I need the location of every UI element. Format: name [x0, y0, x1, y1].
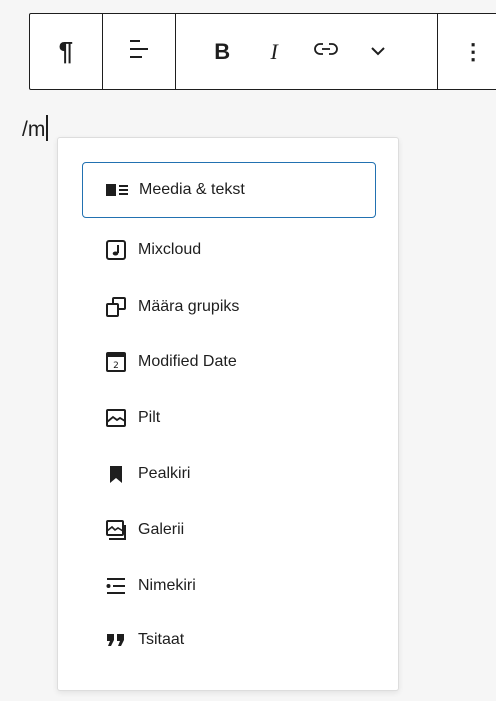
text-caret	[46, 115, 49, 141]
block-toolbar: ¶ B I ⋮	[29, 13, 496, 90]
mixcloud-icon	[104, 238, 128, 262]
bookmark-icon	[104, 462, 128, 486]
menu-item-gallery[interactable]: Galerii	[82, 502, 376, 558]
menu-item-label: Pealkiri	[138, 465, 191, 482]
chevron-down-icon	[370, 43, 386, 61]
menu-item-modified-date[interactable]: 2 Modified Date	[82, 334, 376, 390]
align-button[interactable]	[103, 14, 175, 89]
align-icon	[128, 38, 150, 65]
paragraph-button[interactable]: ¶	[30, 14, 102, 89]
svg-text:2: 2	[113, 361, 119, 371]
menu-item-media-text[interactable]: Meedia & tekst	[82, 162, 376, 218]
menu-item-label: Tsitaat	[138, 631, 185, 648]
format-group: B I	[176, 14, 437, 89]
typed-text: /m	[22, 118, 46, 141]
menu-item-heading[interactable]: Pealkiri	[82, 446, 376, 502]
bold-icon: B	[214, 38, 231, 64]
italic-button[interactable]: I	[248, 14, 300, 89]
menu-item-group[interactable]: Määra grupiks	[82, 279, 376, 335]
editor-paragraph[interactable]: /m	[22, 115, 49, 142]
media-text-icon	[105, 178, 129, 202]
more-formats-button[interactable]	[352, 14, 404, 89]
menu-item-quote[interactable]: Tsitaat	[82, 612, 376, 668]
menu-item-mixcloud[interactable]: Mixcloud	[82, 222, 376, 278]
link-button[interactable]	[300, 14, 352, 89]
menu-item-label: Mixcloud	[138, 241, 202, 258]
bold-button[interactable]: B	[196, 14, 248, 89]
menu-item-label: Meedia & tekst	[139, 181, 245, 198]
calendar-icon: 2	[104, 350, 128, 374]
group-icon	[104, 295, 128, 319]
link-icon	[314, 41, 339, 62]
menu-item-label: Pilt	[138, 409, 161, 426]
italic-icon: I	[270, 38, 278, 64]
paragraph-icon: ¶	[58, 36, 74, 66]
quote-icon	[104, 628, 128, 652]
menu-item-label: Määra grupiks	[138, 298, 240, 315]
menu-item-list[interactable]: Nimekiri	[82, 558, 376, 614]
menu-item-label: Modified Date	[138, 353, 237, 370]
image-icon	[104, 406, 128, 430]
menu-item-image[interactable]: Pilt	[82, 390, 376, 446]
gallery-icon	[104, 518, 128, 542]
block-inserter-popover: Meedia & tekst Mixcloud Määra grupiks 2 …	[57, 137, 399, 691]
more-options-icon: ⋮	[462, 38, 485, 64]
options-button[interactable]: ⋮	[438, 14, 496, 89]
menu-item-label: Galerii	[138, 521, 185, 538]
list-icon	[104, 574, 128, 598]
menu-item-label: Nimekiri	[138, 577, 196, 594]
